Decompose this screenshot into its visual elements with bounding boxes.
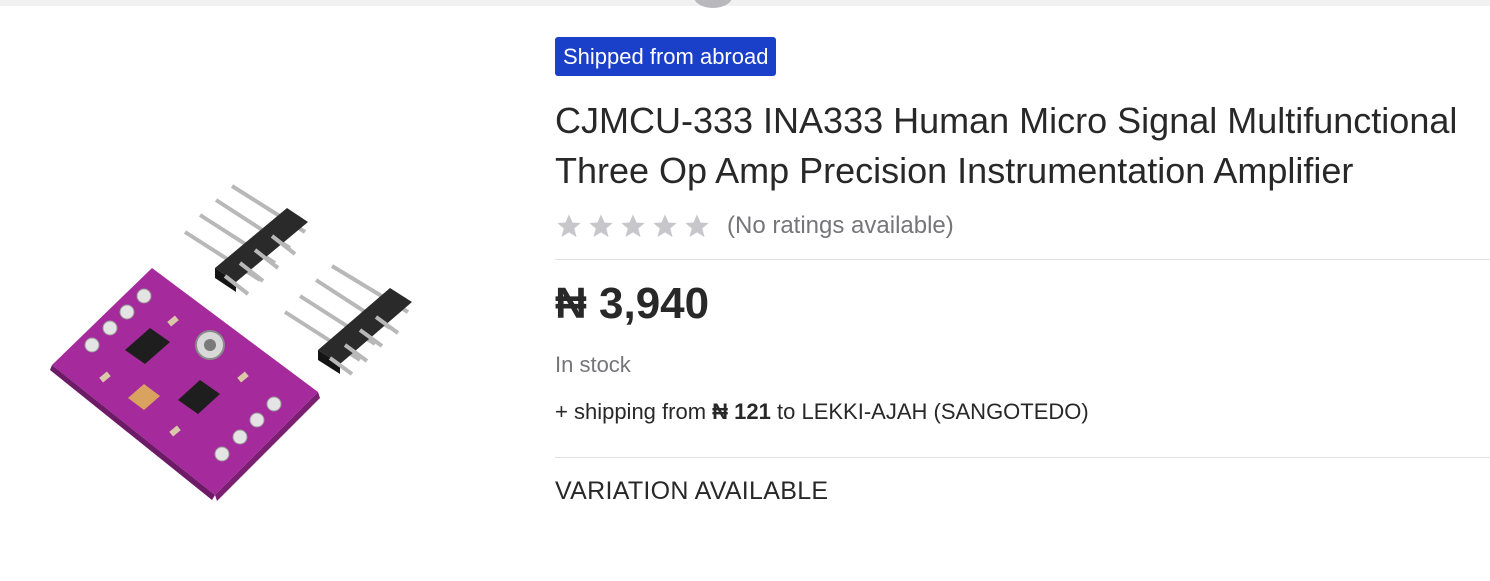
top-bar: [0, 0, 1490, 6]
shipping-price: ₦ 121: [712, 399, 771, 424]
star-icon: [653, 214, 677, 238]
shipping-info[interactable]: + shipping from ₦ 121 to LEKKI-AJAH (SAN…: [555, 397, 1490, 427]
variation-heading: VARIATION AVAILABLE: [555, 477, 829, 505]
pin-header-2: [283, 264, 412, 376]
rating-text: (No ratings available): [727, 212, 954, 239]
product-price: ₦ 3,940: [555, 279, 710, 328]
shipping-location: to LEKKI-AJAH (SANGOTEDO): [777, 399, 1089, 424]
divider: [555, 259, 1490, 260]
star-icon: [685, 214, 709, 238]
shipping-prefix: + shipping from: [555, 399, 707, 424]
divider: [555, 457, 1490, 458]
star-icon: [621, 214, 645, 238]
carousel-indicator[interactable]: [694, 0, 732, 8]
pcb-board: [50, 268, 320, 501]
rating-stars: [555, 212, 711, 240]
stock-status: In stock: [555, 352, 631, 377]
star-icon: [557, 214, 581, 238]
amplifier-board-image: [50, 184, 412, 501]
rating-row[interactable]: (No ratings available): [555, 210, 1490, 242]
product-details: Shipped from abroad CJMCU-333 INA333 Hum…: [555, 37, 1490, 506]
pin-header-1: [183, 184, 308, 296]
product-title: CJMCU-333 INA333 Human Micro Signal Mult…: [555, 100, 1458, 191]
shipped-from-abroad-badge: Shipped from abroad: [555, 37, 777, 76]
star-icon: [589, 214, 613, 238]
product-image[interactable]: [40, 160, 460, 520]
